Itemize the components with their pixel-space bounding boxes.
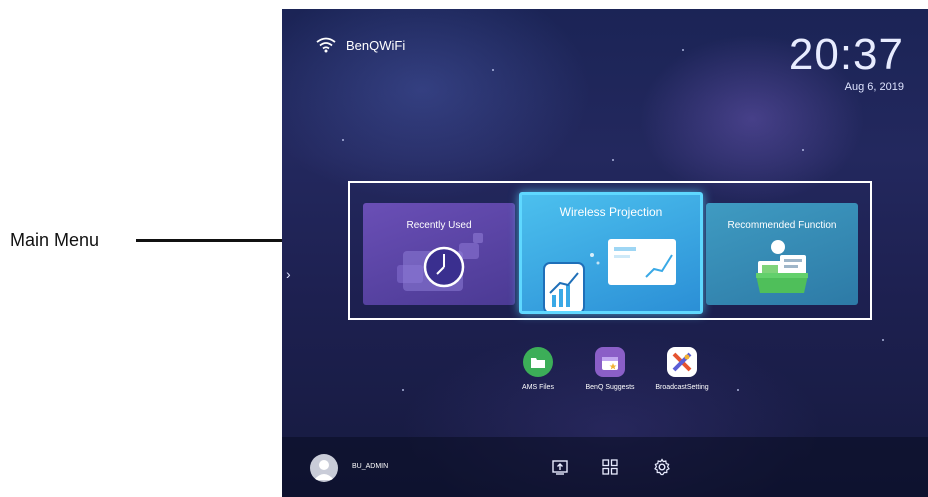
menu-card-recommended-function[interactable]: Recommended Function <box>706 203 858 305</box>
menu-card-recently-used[interactable]: Recently Used <box>363 203 515 305</box>
app-shortcuts: AMS Files BenQ Suggests BroadcastSetting <box>502 347 718 391</box>
side-panel-arrow[interactable]: › <box>286 266 291 282</box>
app-label: AMS Files <box>522 384 554 391</box>
star <box>342 139 344 141</box>
app-label: BenQ Suggests <box>585 384 635 391</box>
gift-box-icon <box>756 240 808 293</box>
clock-date: Aug 6, 2019 <box>844 81 904 93</box>
app-label: BroadcastSetting <box>655 384 709 391</box>
avatar[interactable] <box>310 454 338 482</box>
settings-gear-icon[interactable] <box>652 457 672 477</box>
star <box>802 149 804 151</box>
wifi-status[interactable]: BenQWiFi <box>316 37 405 53</box>
star <box>882 339 884 341</box>
menu-card-wireless-projection[interactable]: Wireless Projection <box>519 192 703 314</box>
user-name: BU_ADMIN <box>352 463 389 470</box>
clock-icon <box>397 233 483 291</box>
star <box>402 389 404 391</box>
app-ams-files[interactable]: AMS Files <box>502 347 574 391</box>
app-benq-suggests[interactable]: BenQ Suggests <box>574 347 646 391</box>
app-broadcast-setting[interactable]: BroadcastSetting <box>646 347 718 391</box>
apps-grid-icon[interactable] <box>600 457 620 477</box>
wifi-icon <box>316 37 336 53</box>
wifi-name: BenQWiFi <box>346 37 406 53</box>
star <box>737 389 739 391</box>
broadcast-icon <box>667 347 697 377</box>
star <box>492 69 494 71</box>
shopping-bag-icon <box>595 347 625 377</box>
callout-label-main-menu: Main Menu <box>10 230 100 250</box>
folder-icon <box>523 347 553 377</box>
launcher-screen: BenQWiFi 20:37 Aug 6, 2019 › Recently Us… <box>282 9 928 497</box>
bottom-bar: BU_ADMIN <box>282 437 928 497</box>
source-input-icon[interactable] <box>550 457 570 477</box>
star <box>612 159 614 161</box>
clock-time: 20:37 <box>788 30 904 79</box>
star <box>682 49 684 51</box>
phone-projection-icon <box>543 239 676 311</box>
